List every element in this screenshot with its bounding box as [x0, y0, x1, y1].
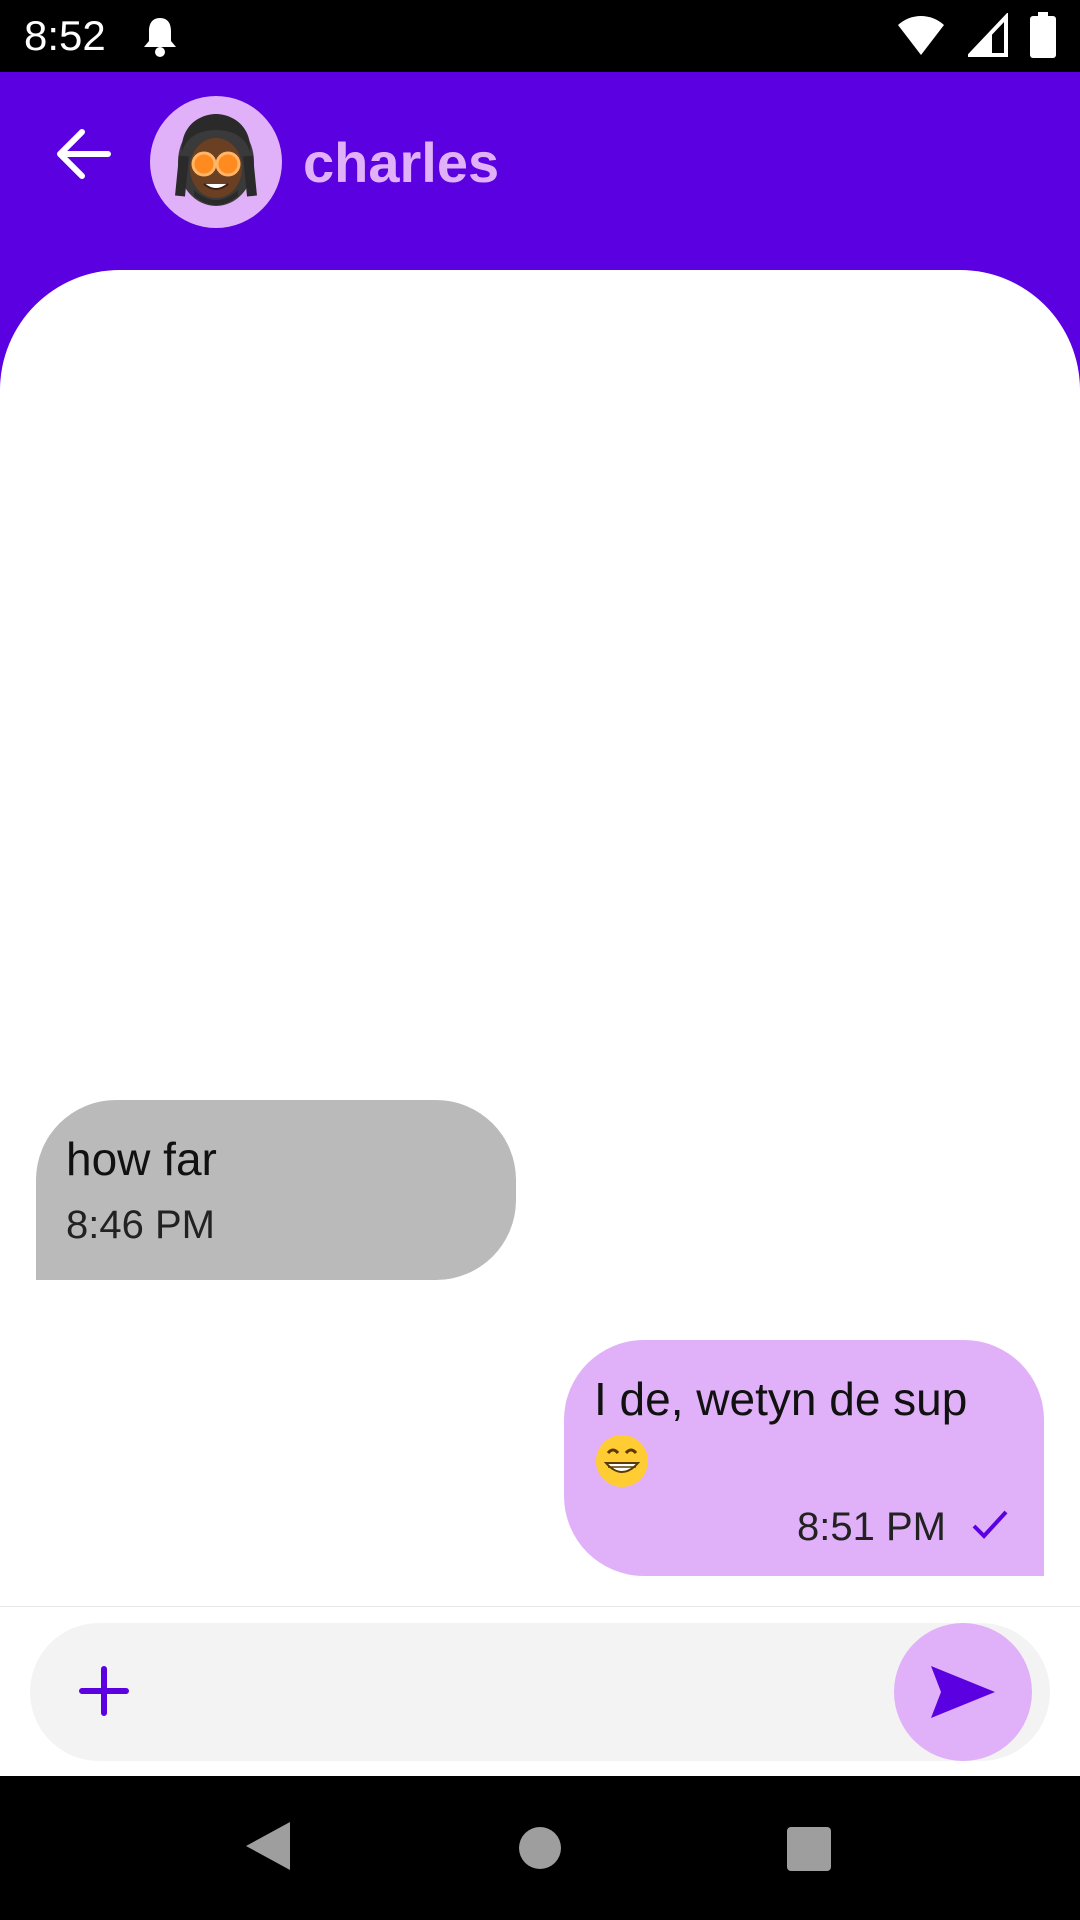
message-input-bar	[30, 1623, 1050, 1761]
nav-home-icon[interactable]	[518, 1826, 562, 1875]
incoming-message-bubble[interactable]: how far 8:46 PM	[36, 1100, 516, 1280]
back-button[interactable]	[52, 122, 116, 186]
send-icon	[931, 1666, 995, 1718]
nav-recents-icon[interactable]	[786, 1826, 832, 1877]
notification-bell-icon	[140, 14, 180, 63]
message-meta: 8:51 PM	[797, 1502, 1010, 1552]
message-text: how far	[66, 1133, 217, 1185]
outgoing-message-bubble[interactable]: I de, wetyn de sup 8:51 PM	[564, 1340, 1044, 1576]
memoji-avatar-icon	[175, 114, 257, 206]
message-time: 8:46 PM	[66, 1203, 215, 1247]
wifi-icon	[896, 13, 946, 62]
cellular-signal-icon	[965, 11, 1008, 62]
nav-back-icon[interactable]	[244, 1820, 292, 1877]
message-text: I de, wetyn de sup	[594, 1370, 1014, 1489]
avatar[interactable]	[150, 96, 282, 228]
contact-name[interactable]: charles	[303, 130, 499, 196]
arrow-left-icon	[57, 129, 111, 179]
plus-icon	[79, 1666, 129, 1716]
send-button[interactable]	[894, 1623, 1032, 1761]
message-time: 8:51 PM	[797, 1505, 946, 1549]
message-list[interactable]: how far 8:46 PM I de, wetyn de sup 8:51 …	[0, 270, 1080, 1606]
system-nav-bar	[0, 1776, 1080, 1920]
status-bar: 8:52	[0, 0, 1080, 72]
attach-button[interactable]	[72, 1659, 136, 1723]
message-input[interactable]	[160, 1653, 904, 1733]
checkmark-icon	[970, 1508, 1010, 1547]
battery-icon	[1030, 12, 1056, 63]
composer	[0, 1606, 1080, 1777]
status-time: 8:52	[24, 12, 106, 59]
chat-header: charles	[0, 72, 1080, 272]
grinning-face-emoji-icon	[594, 1433, 650, 1489]
status-icons	[896, 11, 1056, 63]
message-text-content: I de, wetyn de sup	[594, 1373, 968, 1425]
